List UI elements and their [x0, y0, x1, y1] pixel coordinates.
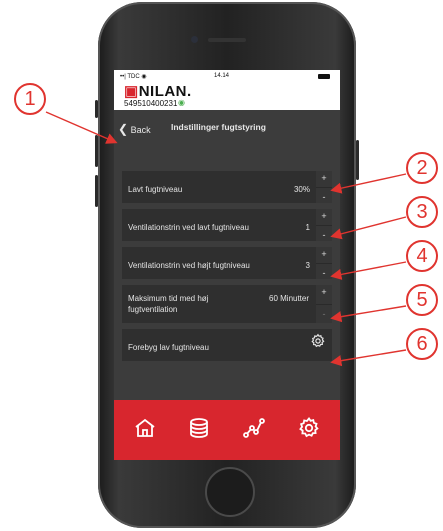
callout-6: 6 [406, 328, 438, 360]
callout-arrows [45, 111, 407, 367]
callout-arrow-3 [330, 216, 407, 240]
callout-arrow-4 [330, 261, 407, 280]
callout-arrow-1 [45, 111, 118, 144]
callout-2: 2 [406, 152, 438, 184]
callout-1: 1 [14, 83, 46, 115]
callout-arrow-6 [330, 349, 407, 367]
callout-5: 5 [406, 284, 438, 316]
callout-arrow-5 [330, 305, 407, 323]
callout-arrow-2 [330, 173, 407, 194]
callout-3: 3 [406, 196, 438, 228]
callout-4: 4 [406, 240, 438, 272]
